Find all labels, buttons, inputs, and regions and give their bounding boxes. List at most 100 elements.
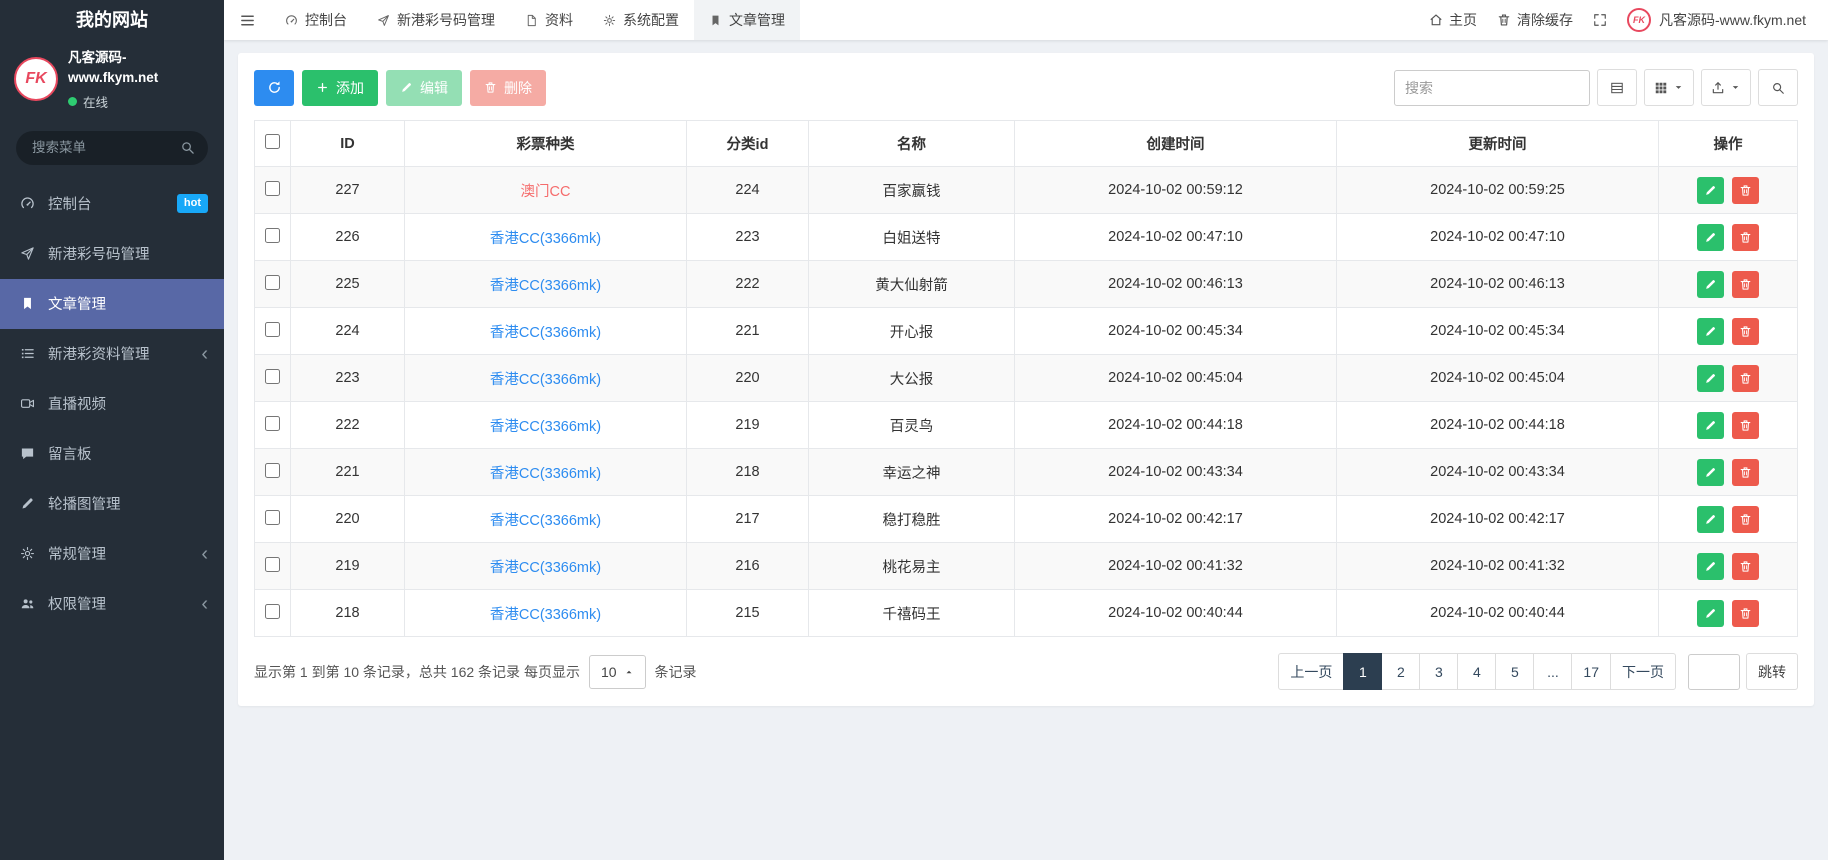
fullscreen-icon (1593, 13, 1607, 27)
clear-cache-link[interactable]: 清除缓存 (1497, 10, 1573, 30)
row-checkbox[interactable] (265, 180, 280, 196)
columns-button[interactable] (1644, 69, 1694, 106)
sidebar-item-lottery-materials[interactable]: 新港彩资料管理 ‹ (0, 329, 224, 379)
trash-icon (1739, 184, 1752, 197)
row-checkbox[interactable] (265, 415, 280, 431)
tab-system-config[interactable]: 系统配置 (588, 0, 694, 40)
row-id: 218 (290, 589, 405, 637)
row-category-id: 221 (686, 307, 809, 355)
lottery-type-link[interactable]: 香港CC(3366mk) (490, 513, 601, 529)
articles-table: ID 彩票种类 分类id 名称 创建时间 更新时间 操作 227 澳门CC 22… (254, 120, 1798, 637)
sidebar-item-dashboard[interactable]: 控制台 hot (0, 179, 224, 229)
row-checkbox[interactable] (265, 509, 280, 525)
row-id: 224 (290, 307, 405, 355)
user-brand-menu[interactable]: FK 凡客源码-www.fkym.net (1626, 8, 1806, 32)
row-delete-button[interactable] (1732, 599, 1760, 627)
row-edit-button[interactable] (1696, 364, 1724, 392)
lottery-type-link[interactable]: 香港CC(3366mk) (490, 466, 601, 482)
row-checkbox[interactable] (265, 603, 280, 619)
row-name: 稳打稳胜 (808, 495, 1015, 543)
sidebar-item-carousel[interactable]: 轮播图管理 (0, 479, 224, 529)
row-edit-button[interactable] (1696, 599, 1724, 627)
toggle-view-button[interactable] (1597, 69, 1637, 106)
row-edit-button[interactable] (1696, 270, 1724, 298)
row-delete-button[interactable] (1732, 317, 1760, 345)
row-edit-button[interactable] (1696, 176, 1724, 204)
pagination-page-1[interactable]: 1 (1343, 653, 1383, 690)
sidebar-item-message-board[interactable]: 留言板 (0, 429, 224, 479)
row-delete-button[interactable] (1732, 364, 1760, 392)
row-id: 222 (290, 401, 405, 449)
row-edit-button[interactable] (1696, 458, 1724, 486)
sidebar-item-general-settings[interactable]: 常规管理 ‹ (0, 529, 224, 579)
tab-materials[interactable]: 资料 (510, 0, 588, 40)
pagination-page-2[interactable]: 2 (1381, 653, 1421, 690)
fullscreen-button[interactable] (1593, 13, 1607, 27)
row-delete-button[interactable] (1732, 552, 1760, 580)
sidebar-item-articles[interactable]: 文章管理 (0, 278, 224, 329)
records-summary: 显示第 1 到第 10 条记录，总共 162 条记录 每页显示 10 条记录 (254, 654, 697, 689)
search-toggle-button[interactable] (1758, 69, 1798, 106)
row-delete-button[interactable] (1732, 223, 1760, 251)
page-jump-button[interactable]: 跳转 (1746, 653, 1798, 690)
row-delete-button[interactable] (1732, 411, 1760, 439)
pagination-next[interactable]: 下一页 (1610, 653, 1676, 690)
lottery-type-link[interactable]: 香港CC(3366mk) (490, 419, 601, 435)
row-name: 千禧码王 (808, 589, 1015, 637)
sidebar-item-live-video[interactable]: 直播视频 (0, 379, 224, 429)
refresh-button[interactable] (254, 69, 294, 106)
export-button[interactable] (1701, 69, 1751, 106)
row-edit-button[interactable] (1696, 317, 1724, 345)
select-all-checkbox[interactable] (265, 134, 280, 149)
row-delete-button[interactable] (1732, 270, 1760, 298)
page-jump-input[interactable] (1688, 653, 1740, 690)
sidebar-item-permissions[interactable]: 权限管理 ‹ (0, 579, 224, 629)
trash-icon (1739, 372, 1752, 385)
row-actions (1658, 495, 1798, 543)
sidebar-item-lottery-numbers[interactable]: 新港彩号码管理 (0, 229, 224, 279)
pagination-page-17[interactable]: 17 (1571, 653, 1611, 690)
tab-articles[interactable]: 文章管理 (694, 0, 800, 40)
row-id: 220 (290, 495, 405, 543)
pagination-prev[interactable]: 上一页 (1278, 653, 1345, 690)
lottery-type-link[interactable]: 香港CC(3366mk) (490, 372, 601, 388)
lottery-type-link[interactable]: 香港CC(3366mk) (490, 560, 601, 576)
tab-lottery-numbers[interactable]: 新港彩号码管理 (362, 0, 510, 40)
row-updated: 2024-10-02 00:42:17 (1336, 495, 1659, 543)
row-checkbox[interactable] (265, 368, 280, 384)
row-delete-button[interactable] (1732, 505, 1760, 533)
row-checkbox[interactable] (265, 274, 280, 290)
row-delete-button[interactable] (1732, 176, 1760, 204)
pagination-page-5[interactable]: 5 (1495, 653, 1535, 690)
lottery-type-link[interactable]: 香港CC(3366mk) (490, 325, 601, 341)
row-checkbox[interactable] (265, 227, 280, 243)
tab-dashboard[interactable]: 控制台 (270, 0, 362, 40)
lottery-type-link[interactable]: 香港CC(3366mk) (490, 231, 601, 247)
row-checkbox[interactable] (265, 556, 280, 572)
row-edit-button[interactable] (1696, 505, 1724, 533)
edit-button[interactable]: 编辑 (386, 69, 462, 106)
lottery-type-link[interactable]: 香港CC(3366mk) (490, 607, 601, 623)
delete-button[interactable]: 删除 (470, 69, 546, 106)
trash-icon (1739, 419, 1752, 432)
table-search-input[interactable] (1394, 69, 1590, 106)
table-row: 220 香港CC(3366mk) 217 稳打稳胜 2024-10-02 00:… (254, 495, 1798, 543)
sidebar-toggle-button[interactable] (224, 0, 270, 40)
hamburger-icon (239, 12, 256, 29)
row-checkbox[interactable] (265, 462, 280, 478)
row-edit-button[interactable] (1696, 223, 1724, 251)
add-button[interactable]: 添加 (302, 69, 378, 106)
pagination-page-3[interactable]: 3 (1419, 653, 1459, 690)
row-checkbox[interactable] (265, 321, 280, 337)
row-edit-button[interactable] (1696, 411, 1724, 439)
row-edit-button[interactable] (1696, 552, 1724, 580)
users-icon (16, 596, 38, 611)
pagination-page-4[interactable]: 4 (1457, 653, 1497, 690)
row-name: 百灵鸟 (808, 401, 1015, 449)
lottery-type-link[interactable]: 香港CC(3366mk) (490, 278, 601, 294)
home-link[interactable]: 主页 (1429, 10, 1477, 30)
lottery-type-link[interactable]: 澳门CC (521, 184, 571, 200)
page-size-dropdown[interactable]: 10 (588, 654, 646, 689)
sidebar-menu: 控制台 hot 新港彩号码管理 文章管理 新港彩资料管理 ‹ 直播视频 留言板 … (0, 179, 224, 629)
row-delete-button[interactable] (1732, 458, 1760, 486)
